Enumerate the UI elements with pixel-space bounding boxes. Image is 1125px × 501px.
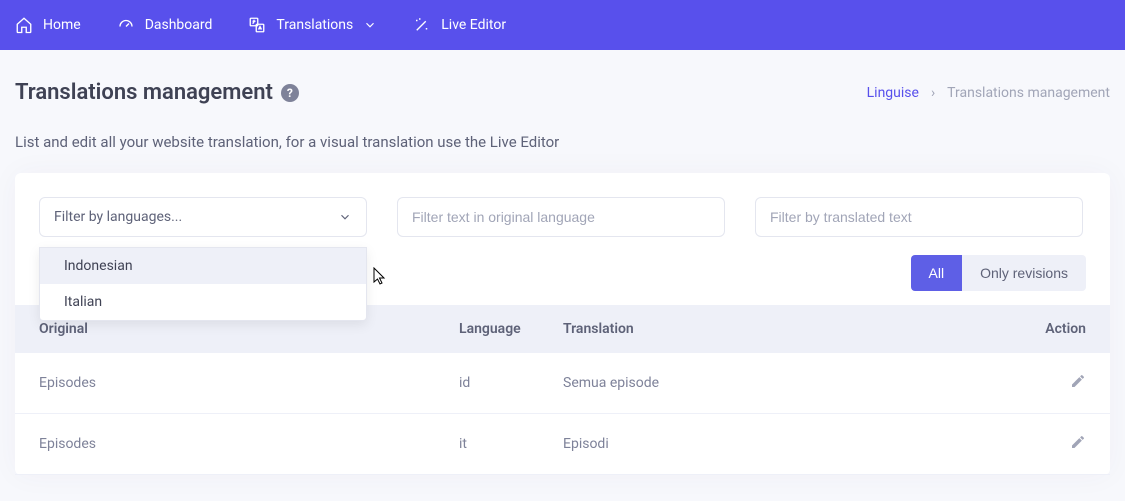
col-header-action: Action [1016, 321, 1086, 337]
edit-icon [1070, 434, 1086, 454]
wand-icon [413, 16, 431, 34]
cell-translation: Episodi [563, 436, 1016, 452]
translated-text-filter-input[interactable] [755, 197, 1083, 237]
help-icon[interactable]: ? [281, 84, 299, 102]
edit-action[interactable] [1016, 434, 1086, 454]
page-title: Translations management ? [15, 80, 299, 105]
original-text-filter-input[interactable] [397, 197, 725, 237]
toggle-all-button[interactable]: All [911, 255, 963, 291]
breadcrumb: Linguise › Translations management [867, 85, 1110, 101]
chevron-down-icon [338, 210, 352, 224]
cell-translation: Semua episode [563, 375, 1016, 391]
filter-row: Filter by languages... Indonesian Italia… [15, 197, 1110, 237]
cell-original: Episodes [39, 436, 459, 452]
nav-label: Live Editor [441, 17, 506, 33]
dropdown-option-italian[interactable]: Italian [40, 284, 366, 320]
dropdown-option-indonesian[interactable]: Indonesian [40, 248, 366, 284]
nav-label: Home [43, 17, 81, 33]
cell-language: id [459, 375, 563, 391]
page-header: Translations management ? Linguise › Tra… [15, 80, 1110, 105]
nav-dashboard[interactable]: Dashboard [117, 16, 213, 34]
cell-original: Episodes [39, 375, 459, 391]
dashboard-icon [117, 16, 135, 34]
page-subtitle: List and edit all your website translati… [15, 133, 1110, 151]
content-card: Filter by languages... Indonesian Italia… [15, 173, 1110, 475]
language-dropdown: Indonesian Italian [39, 247, 367, 321]
chevron-down-icon [363, 18, 377, 32]
cell-language: it [459, 436, 563, 452]
breadcrumb-separator: › [931, 85, 935, 101]
language-filter-select[interactable]: Filter by languages... [39, 197, 367, 237]
revision-toggle-group: All Only revisions [911, 255, 1086, 291]
page-title-text: Translations management [15, 80, 273, 105]
edit-action[interactable] [1016, 373, 1086, 393]
nav-translations[interactable]: Translations [248, 16, 377, 34]
mouse-cursor [373, 267, 387, 285]
edit-icon [1070, 373, 1086, 393]
table-row: Episodes id Semua episode [15, 353, 1110, 414]
nav-home[interactable]: Home [15, 16, 81, 34]
top-navbar: Home Dashboard Translations Live Editor [0, 0, 1125, 50]
breadcrumb-current: Translations management [947, 85, 1110, 101]
translate-icon [248, 16, 266, 34]
toggle-revisions-button[interactable]: Only revisions [962, 255, 1086, 291]
col-header-translation: Translation [563, 321, 1016, 337]
nav-label: Dashboard [145, 17, 213, 33]
nav-live-editor[interactable]: Live Editor [413, 16, 506, 34]
nav-label: Translations [276, 17, 353, 33]
table-row: Episodes it Episodi [15, 414, 1110, 475]
col-header-language: Language [459, 321, 563, 337]
breadcrumb-home[interactable]: Linguise [867, 85, 919, 101]
language-filter-placeholder: Filter by languages... [54, 209, 182, 225]
col-header-original: Original [39, 321, 459, 337]
home-icon [15, 16, 33, 34]
